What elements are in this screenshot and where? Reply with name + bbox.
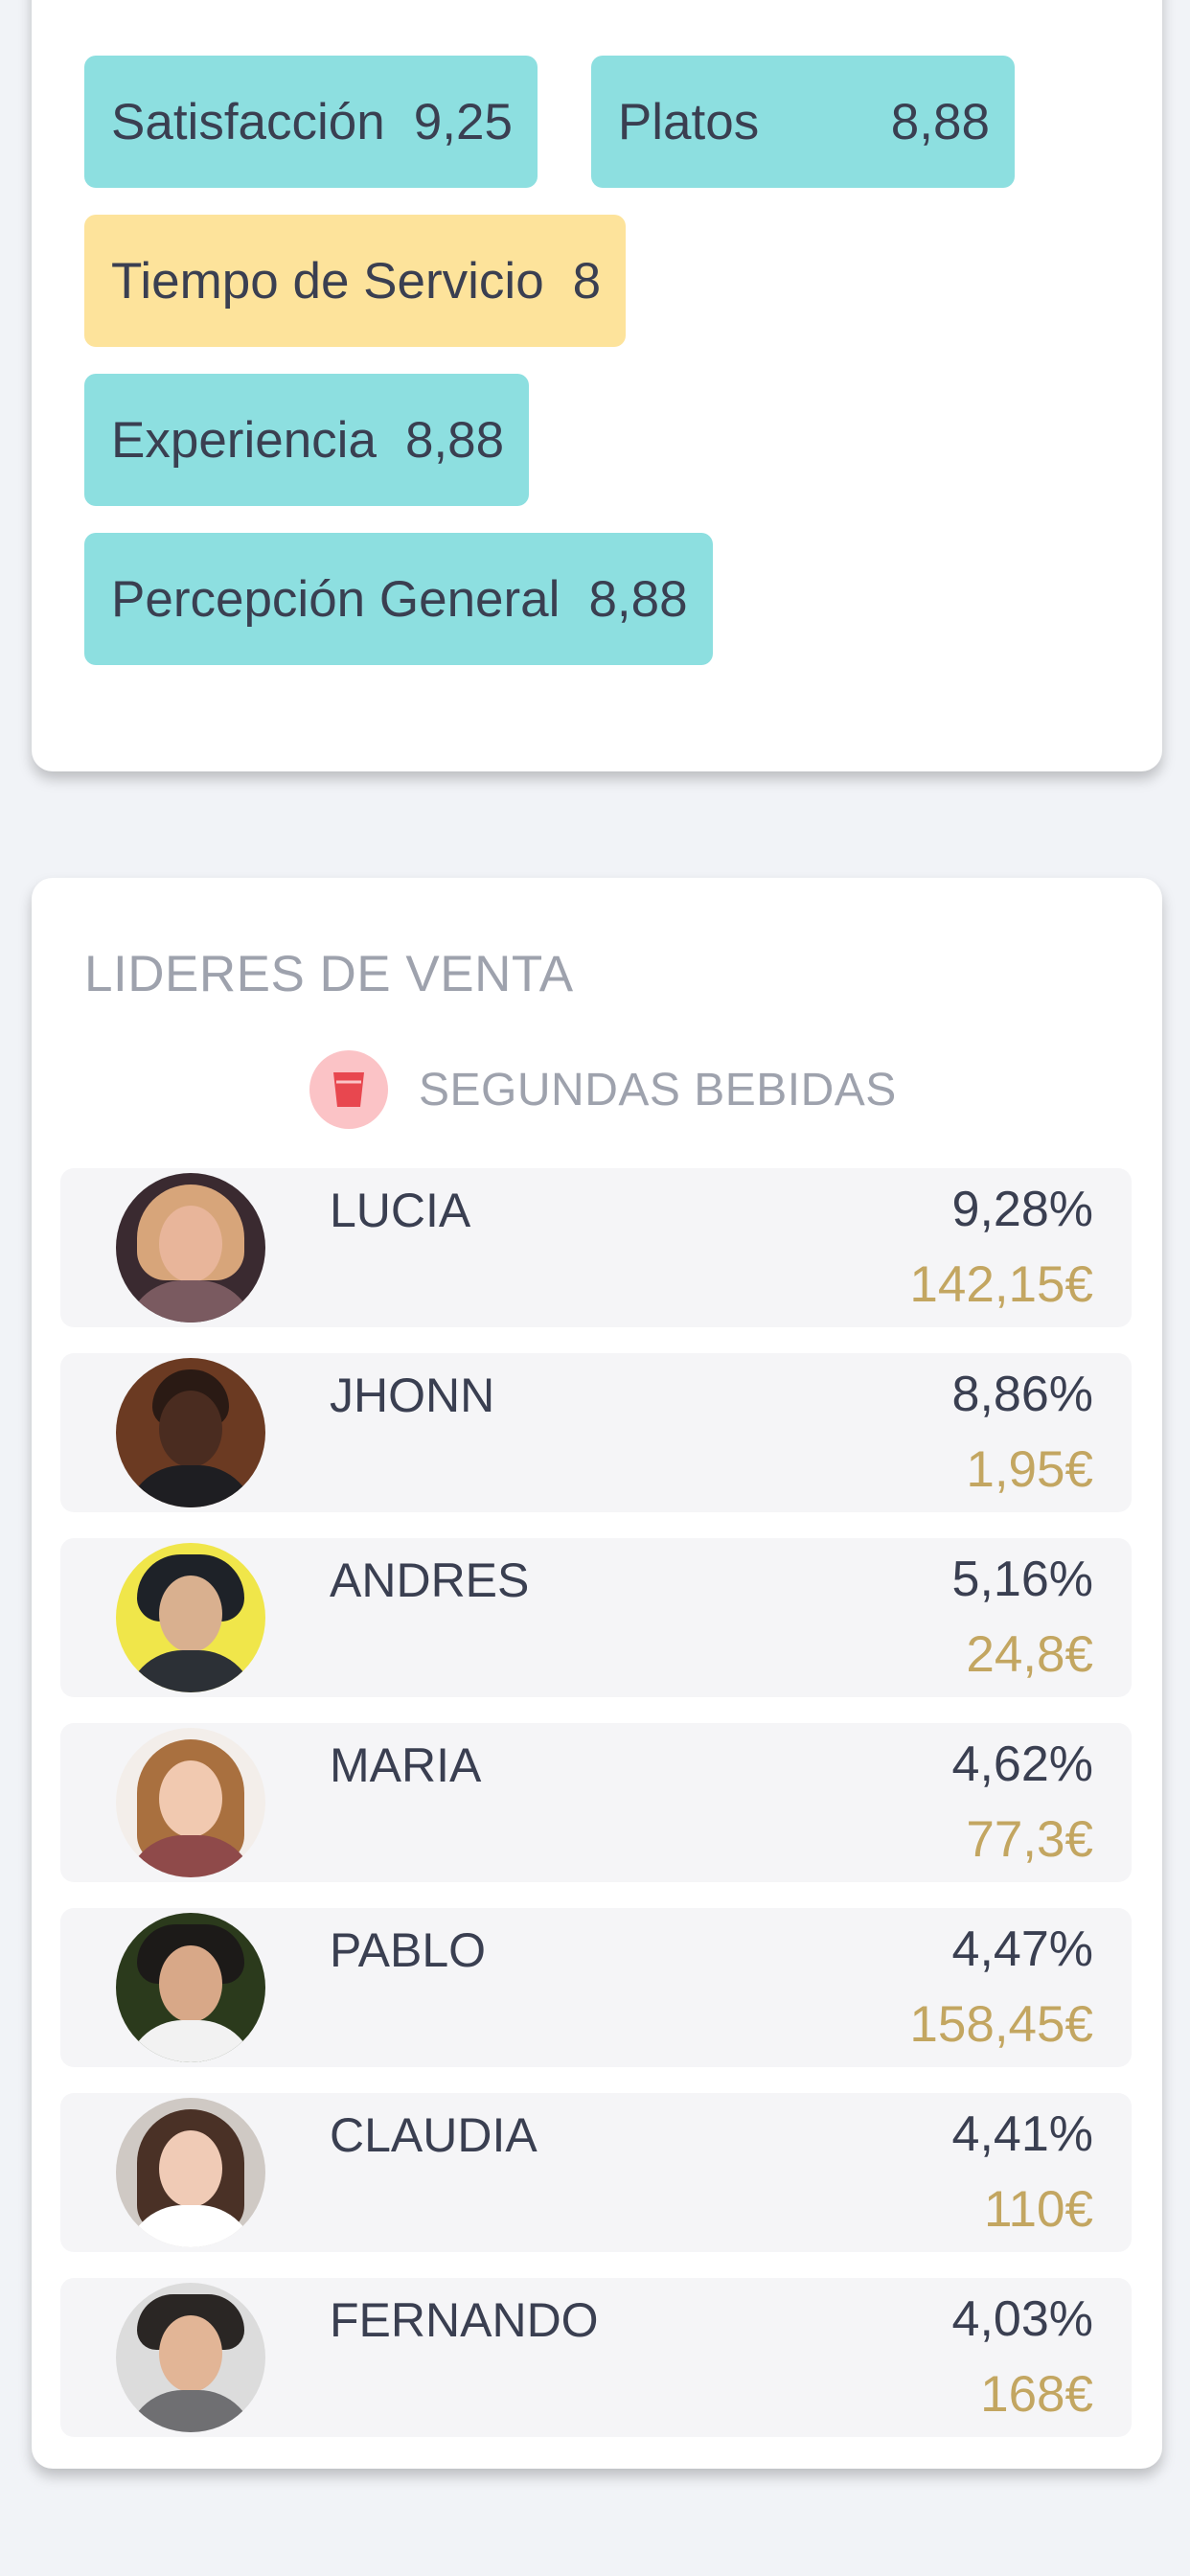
rating-label: Platos <box>617 93 760 150</box>
leader-percent: 4,62% <box>951 1736 1093 1792</box>
ratings-card: Satisfacción 9,25 Platos 8,88 Tiempo de … <box>32 0 1162 771</box>
rating-value: 8,88 <box>404 411 505 469</box>
leader-amount: 24,8€ <box>966 1626 1093 1683</box>
leader-row[interactable]: MARIA 4,62% 77,3€ <box>60 1723 1132 1882</box>
leader-percent: 4,47% <box>951 1921 1093 1977</box>
leader-amount: 77,3€ <box>966 1811 1093 1868</box>
avatar <box>116 2283 265 2432</box>
leader-name: FERNANDO <box>330 2293 599 2347</box>
rating-chip-percepcion-general[interactable]: Percepción General 8,88 <box>84 533 713 665</box>
leader-amount: 142,15€ <box>909 1256 1093 1313</box>
rating-value: 8,88 <box>588 570 688 628</box>
leader-amount: 1,95€ <box>966 1441 1093 1498</box>
rating-chip-experiencia[interactable]: Experiencia 8,88 <box>84 374 530 506</box>
section-title: LIDERES DE VENTA <box>84 946 574 1002</box>
avatar <box>116 1913 265 2062</box>
leader-percent: 8,86% <box>951 1367 1093 1422</box>
leader-row[interactable]: PABLO 4,47% 158,45€ <box>60 1908 1132 2067</box>
rating-chip-platos[interactable]: Platos 8,88 <box>590 56 1015 188</box>
ratings-row: Satisfacción 9,25 Platos 8,88 <box>84 56 1015 188</box>
cup-icon <box>309 1050 388 1129</box>
leader-row[interactable]: ANDRES 5,16% 24,8€ <box>60 1538 1132 1697</box>
leader-percent: 5,16% <box>951 1552 1093 1607</box>
ratings-row: Experiencia 8,88 <box>84 374 530 506</box>
avatar <box>116 1543 265 1692</box>
ratings-row: Tiempo de Servicio 8 <box>84 215 627 347</box>
leader-amount: 168€ <box>980 2366 1093 2423</box>
avatar <box>116 2098 265 2247</box>
leader-percent: 9,28% <box>951 1182 1093 1237</box>
leader-name: ANDRES <box>330 1553 530 1607</box>
rating-value: 9,25 <box>413 93 513 150</box>
rating-chip-tiempo-servicio[interactable]: Tiempo de Servicio 8 <box>84 215 627 347</box>
leader-row[interactable]: JHONN 8,86% 1,95€ <box>60 1353 1132 1512</box>
leader-percent: 4,03% <box>951 2291 1093 2347</box>
leader-percent: 4,41% <box>951 2106 1093 2162</box>
leader-name: LUCIA <box>330 1184 471 1237</box>
leader-row[interactable]: CLAUDIA 4,41% 110€ <box>60 2093 1132 2252</box>
rating-label: Tiempo de Servicio <box>111 252 544 310</box>
rating-label: Satisfacción <box>111 93 385 150</box>
avatar <box>116 1358 265 1507</box>
rating-value: 8 <box>572 252 602 310</box>
leader-amount: 158,45€ <box>909 1996 1093 2053</box>
leaders-list: LUCIA 9,28% 142,15€ JHONN 8,86% 1,95€ AN… <box>60 1168 1132 2463</box>
avatar <box>116 1728 265 1877</box>
leader-amount: 110€ <box>984 2181 1093 2238</box>
rating-chip-satisfaccion[interactable]: Satisfacción 9,25 <box>84 56 538 188</box>
rating-label: Experiencia <box>111 411 377 469</box>
rating-label: Percepción General <box>111 570 561 628</box>
category-label: SEGUNDAS BEBIDAS <box>419 1064 897 1116</box>
ratings-row: Percepción General 8,88 <box>84 533 713 665</box>
rating-value: 8,88 <box>890 93 990 150</box>
sales-leaders-card: LIDERES DE VENTA SEGUNDAS BEBIDAS LUCIA … <box>32 878 1162 2469</box>
avatar <box>116 1173 265 1322</box>
leader-name: JHONN <box>330 1368 495 1422</box>
leader-name: CLAUDIA <box>330 2108 538 2162</box>
category-selector[interactable]: SEGUNDAS BEBIDAS <box>309 1050 897 1129</box>
leader-name: MARIA <box>330 1738 482 1792</box>
leader-row[interactable]: FERNANDO 4,03% 168€ <box>60 2278 1132 2437</box>
leader-row[interactable]: LUCIA 9,28% 142,15€ <box>60 1168 1132 1327</box>
leader-name: PABLO <box>330 1923 487 1977</box>
